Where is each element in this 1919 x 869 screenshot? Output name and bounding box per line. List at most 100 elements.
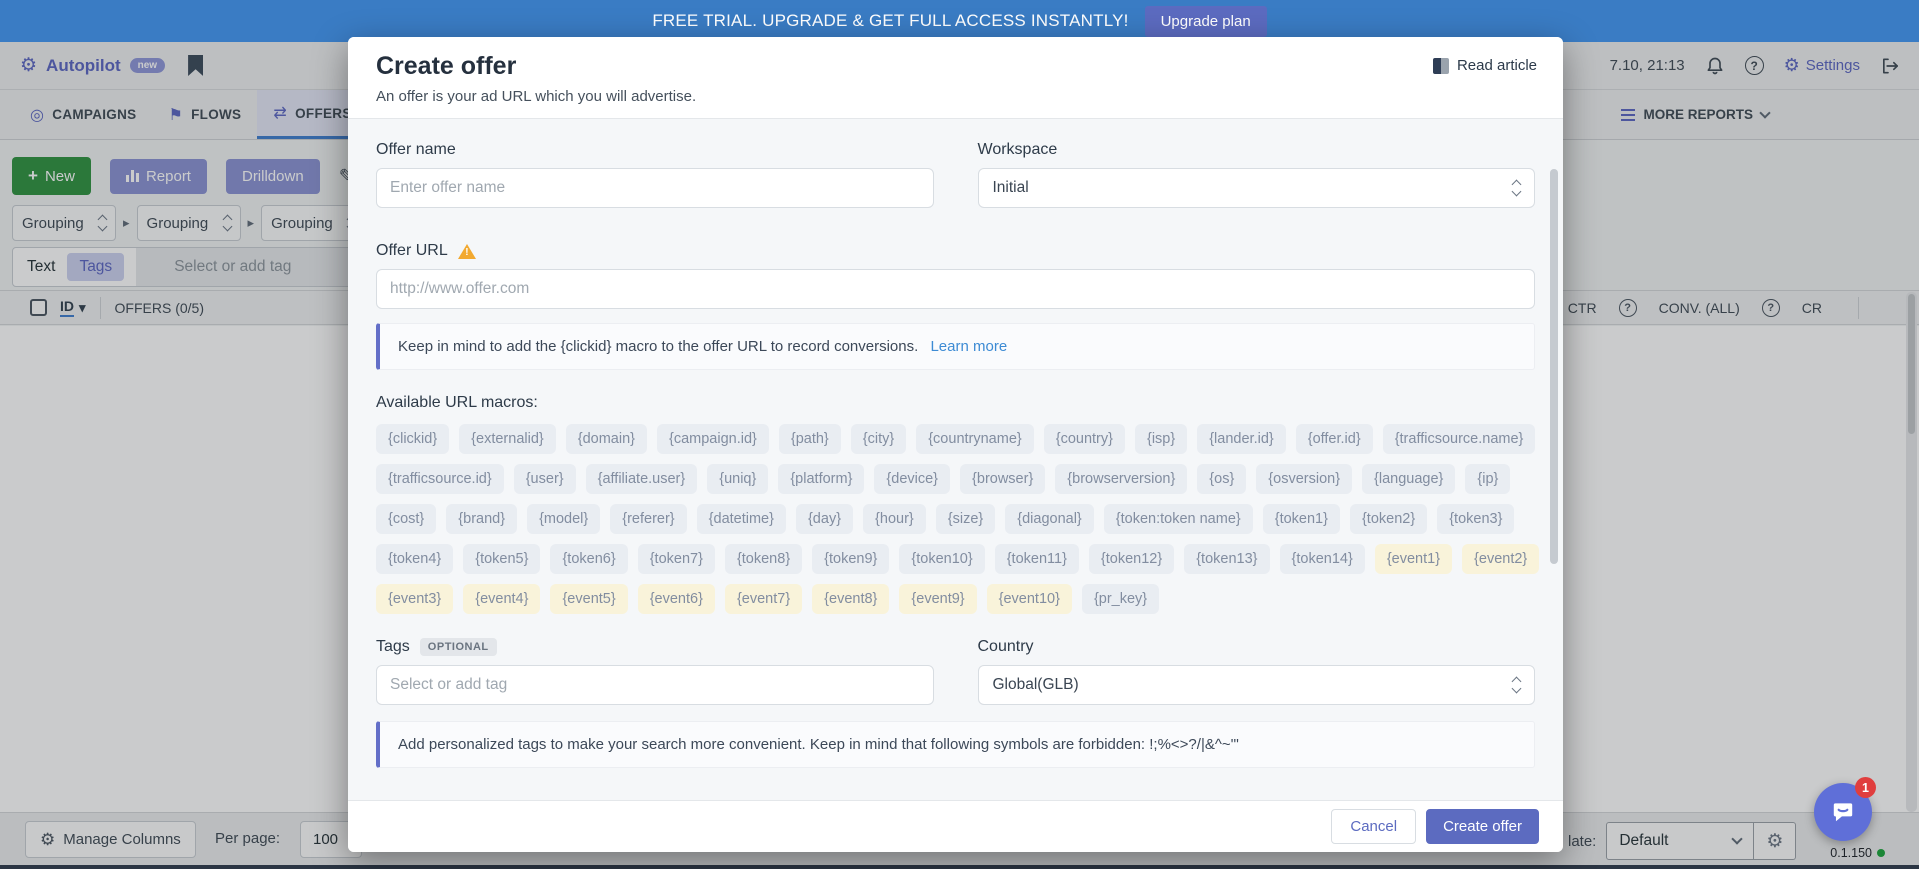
macro-pill[interactable]: {event3} <box>376 584 453 614</box>
macro-pill[interactable]: {trafficsource.name} <box>1383 424 1536 454</box>
learn-more-link[interactable]: Learn more <box>930 338 1007 355</box>
trial-banner: FREE TRIAL. UPGRADE & GET FULL ACCESS IN… <box>0 0 1919 42</box>
country-select[interactable]: Global(GLB) <box>978 665 1536 705</box>
warning-icon <box>458 244 476 259</box>
macro-pill[interactable]: {affiliate.user} <box>586 464 698 494</box>
macro-pill[interactable]: {token10} <box>899 544 984 574</box>
macro-pill[interactable]: {token13} <box>1184 544 1269 574</box>
chat-icon <box>1830 799 1856 825</box>
macro-pill[interactable]: {brand} <box>446 504 517 534</box>
tags-note: Add personalized tags to make your searc… <box>376 721 1535 768</box>
macro-pill[interactable]: {diagonal} <box>1005 504 1094 534</box>
macro-pill[interactable]: {campaign.id} <box>657 424 769 454</box>
optional-badge: OPTIONAL <box>420 638 497 656</box>
macros-list: {clickid} {externalid} {domain} {campaign.i… <box>376 424 1535 614</box>
macros-section-label: Available URL macros: <box>376 394 1535 412</box>
offer-name-input[interactable] <box>376 168 934 208</box>
country-value: Global(GLB) <box>993 676 1079 694</box>
macro-pill[interactable]: {city} <box>851 424 906 454</box>
macro-pill[interactable]: {event9} <box>899 584 976 614</box>
macro-row: {clickid} {externalid} {domain} {campaign.i… <box>376 424 1535 454</box>
macro-pill[interactable]: {hour} <box>863 504 926 534</box>
macro-pill[interactable]: {token4} <box>376 544 453 574</box>
macro-pill[interactable]: {browser} <box>960 464 1045 494</box>
macro-pill[interactable]: {country} <box>1044 424 1125 454</box>
macro-pill[interactable]: {token3} <box>1437 504 1514 534</box>
clickid-note: Keep in mind to add the {clickid} macro … <box>376 323 1535 370</box>
read-article-link[interactable]: Read article <box>1433 57 1537 74</box>
modal-subtitle: An offer is your ad URL which you will a… <box>376 88 1535 105</box>
macro-pill[interactable]: {event2} <box>1462 544 1539 574</box>
macro-pill[interactable]: {event1} <box>1375 544 1452 574</box>
macro-pill[interactable]: {event4} <box>463 584 540 614</box>
macro-pill[interactable]: {token5} <box>463 544 540 574</box>
macro-pill[interactable]: {datetime} <box>697 504 786 534</box>
macro-pill[interactable]: {isp} <box>1135 424 1187 454</box>
offer-url-label-row: Offer URL <box>376 242 1535 260</box>
trial-banner-text: FREE TRIAL. UPGRADE & GET FULL ACCESS IN… <box>652 11 1128 31</box>
macro-pill[interactable]: {language} <box>1362 464 1455 494</box>
support-chat-button[interactable]: 1 <box>1814 783 1872 841</box>
macro-pill[interactable]: {token8} <box>725 544 802 574</box>
macro-pill[interactable]: {osversion} <box>1256 464 1352 494</box>
create-offer-button[interactable]: Create offer <box>1426 809 1539 844</box>
macro-pill[interactable]: {browserversion} <box>1055 464 1187 494</box>
macro-pill[interactable]: {token11} <box>995 544 1079 574</box>
macro-pill[interactable]: {platform} <box>778 464 864 494</box>
macro-pill[interactable]: {size} <box>936 504 995 534</box>
modal-scrollbar-thumb[interactable] <box>1550 169 1558 564</box>
macro-pill[interactable]: {model} <box>527 504 600 534</box>
read-article-label: Read article <box>1457 57 1537 74</box>
macro-pill[interactable]: {token9} <box>812 544 889 574</box>
workspace-value: Initial <box>993 179 1029 197</box>
create-offer-modal: Create offer An offer is your ad URL whi… <box>348 37 1563 852</box>
updown-chevron-icon <box>1513 678 1520 692</box>
macro-row: {token4} {token5} {token6} {token7} {token8}… <box>376 544 1535 574</box>
macro-pill[interactable]: {clickid} <box>376 424 449 454</box>
offer-url-label: Offer URL <box>376 242 448 260</box>
macro-pill[interactable]: {device} <box>874 464 950 494</box>
macro-pill[interactable]: {token6} <box>550 544 627 574</box>
macro-pill[interactable]: {offer.id} <box>1296 424 1373 454</box>
macro-pill[interactable]: {day} <box>796 504 853 534</box>
tags-input[interactable] <box>376 665 934 705</box>
macro-pill[interactable]: {event5} <box>550 584 627 614</box>
macro-pill[interactable]: {externalid} <box>459 424 556 454</box>
macro-pill[interactable]: {event6} <box>638 584 715 614</box>
macro-pill[interactable]: {token7} <box>638 544 715 574</box>
macro-pill[interactable]: {token12} <box>1089 544 1174 574</box>
macro-pill[interactable]: {user} <box>514 464 576 494</box>
macro-pill[interactable]: {lander.id} <box>1197 424 1286 454</box>
offer-name-label: Offer name <box>376 141 934 159</box>
workspace-select[interactable]: Initial <box>978 168 1536 208</box>
modal-header: Create offer An offer is your ad URL whi… <box>348 37 1563 119</box>
workspace-label: Workspace <box>978 141 1536 159</box>
macro-pill[interactable]: {event8} <box>812 584 889 614</box>
tags-label: Tags <box>376 638 410 656</box>
macro-pill[interactable]: {token1} <box>1263 504 1340 534</box>
macro-row: {event3} {event4} {event5} {event6} {event7}… <box>376 584 1535 614</box>
upgrade-plan-button[interactable]: Upgrade plan <box>1145 6 1267 37</box>
macro-pill[interactable]: {referer} <box>610 504 686 534</box>
offer-url-input[interactable] <box>376 269 1535 309</box>
country-label: Country <box>978 638 1536 656</box>
macro-pill[interactable]: {token14} <box>1280 544 1365 574</box>
cancel-button[interactable]: Cancel <box>1331 809 1416 844</box>
macro-pill[interactable]: {uniq} <box>707 464 768 494</box>
macro-pill[interactable]: {event7} <box>725 584 802 614</box>
macro-pill[interactable]: {domain} <box>566 424 647 454</box>
macro-pill[interactable]: {ip} <box>1465 464 1510 494</box>
macro-pill[interactable]: {path} <box>779 424 841 454</box>
macro-pill[interactable]: {os} <box>1197 464 1246 494</box>
macro-pill[interactable]: {cost} <box>376 504 436 534</box>
macro-pill[interactable]: {pr_key} <box>1082 584 1159 614</box>
macro-row: {cost} {brand} {model} {referer} {datetime} {… <box>376 504 1535 534</box>
macro-pill[interactable]: {trafficsource.id} <box>376 464 504 494</box>
macro-pill[interactable]: {countryname} <box>916 424 1034 454</box>
book-icon <box>1433 58 1449 74</box>
macro-pill[interactable]: {token:token name} <box>1104 504 1253 534</box>
macro-pill[interactable]: {event10} <box>987 584 1072 614</box>
macro-pill[interactable]: {token2} <box>1350 504 1427 534</box>
modal-footer: Cancel Create offer <box>348 800 1563 852</box>
modal-title: Create offer <box>376 52 1535 81</box>
